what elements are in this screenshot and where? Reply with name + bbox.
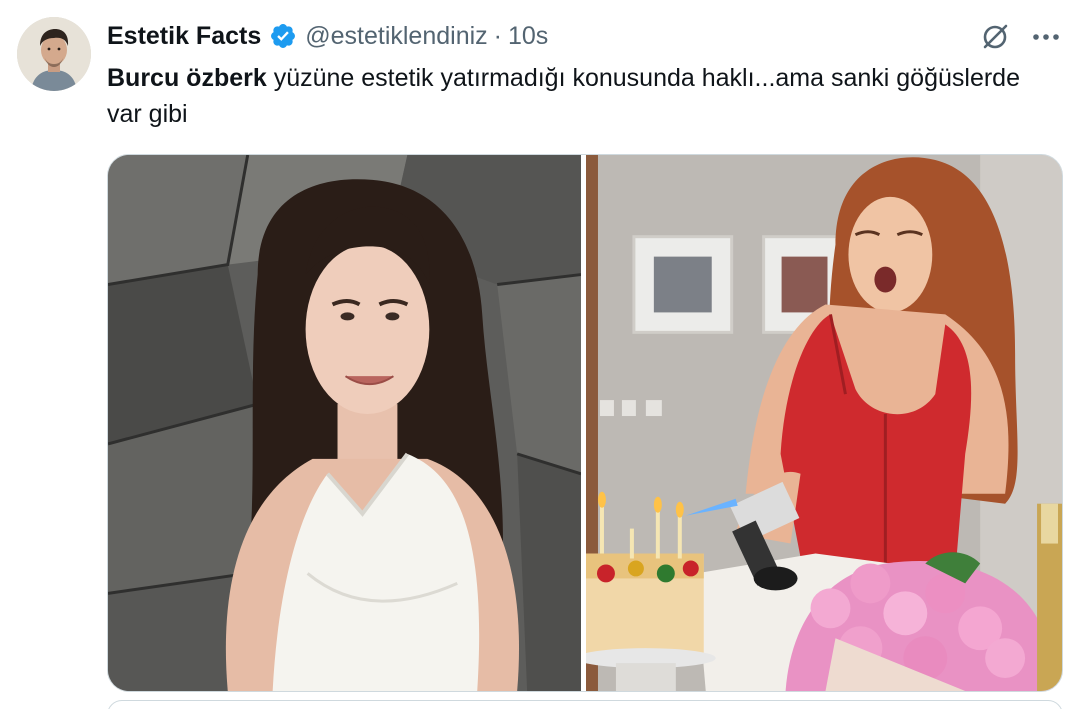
tweet-header: Estetik Facts @estetiklendiniz · 10s — [107, 19, 548, 53]
media-photo-2[interactable] — [586, 155, 1062, 691]
media-photo-1[interactable] — [108, 155, 582, 691]
next-element-edge — [107, 700, 1063, 709]
tweet-card[interactable]: Estetik Facts @estetiklendiniz · 10s Bur… — [0, 0, 1080, 709]
author-display-name[interactable]: Estetik Facts — [107, 22, 261, 51]
tweet-text: Burcu özberk yüzüne estetik yatırmadığı … — [107, 60, 1037, 132]
verified-badge-icon[interactable] — [269, 22, 297, 50]
photo-woman-red-dress-cake — [586, 155, 1062, 691]
separator-dot: · — [493, 21, 502, 50]
tweet-timestamp[interactable]: 10s — [508, 22, 548, 51]
tweet-text-mention-bold: Burcu özberk — [107, 64, 267, 92]
author-handle[interactable]: @estetiklendiniz — [305, 22, 487, 51]
more-dots-icon[interactable] — [1026, 18, 1066, 56]
grok-icon[interactable] — [976, 18, 1014, 56]
avatar-image — [17, 17, 91, 91]
photo-woman-white-dress — [108, 155, 582, 691]
author-avatar[interactable] — [17, 17, 91, 91]
tweet-media-grid — [107, 154, 1063, 692]
